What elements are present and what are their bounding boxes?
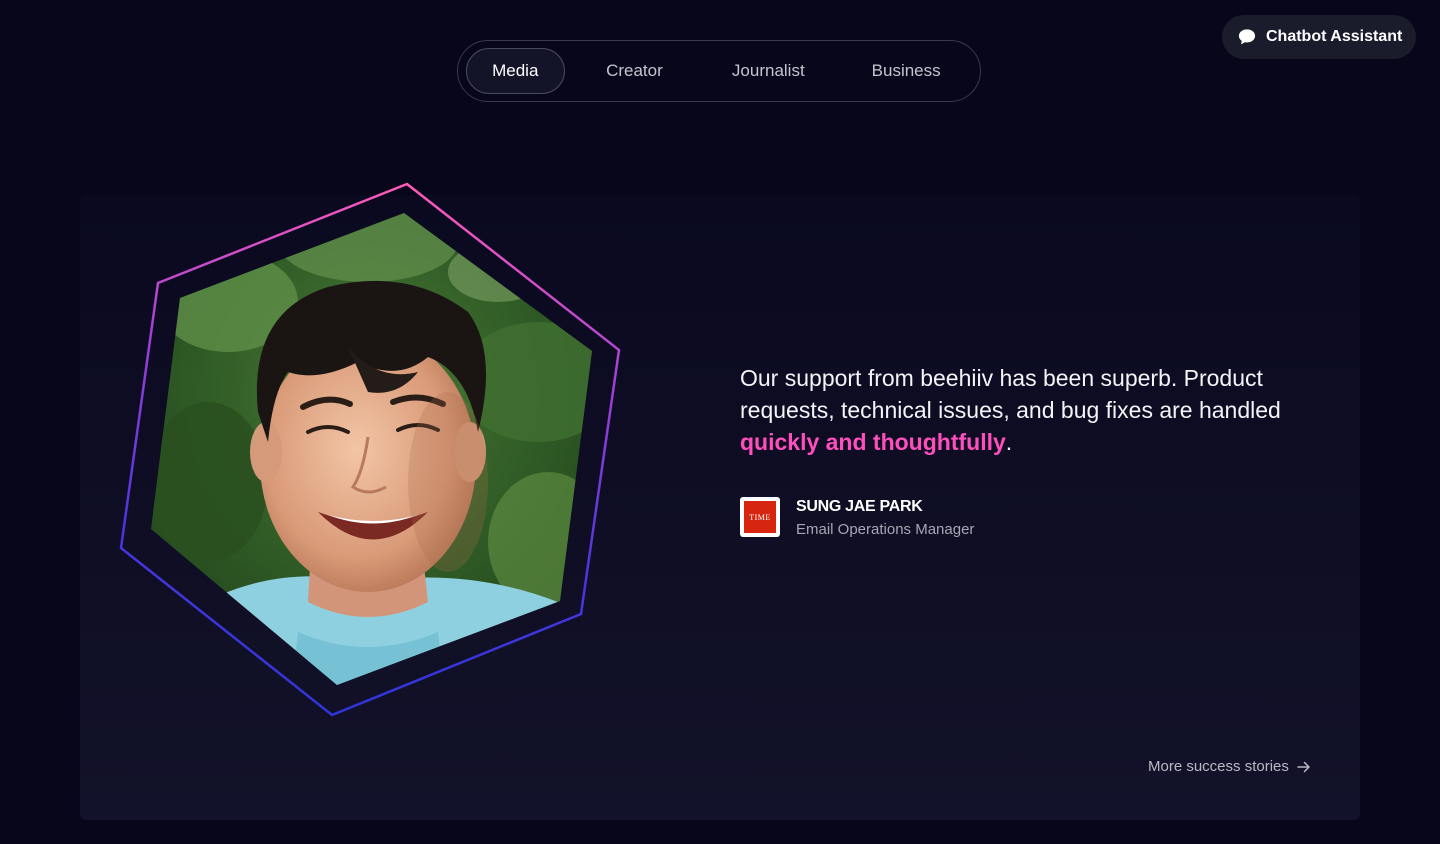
tab-creator[interactable]: Creator xyxy=(565,48,705,94)
tab-business[interactable]: Business xyxy=(832,48,980,94)
chatbot-assistant-button[interactable]: Chatbot Assistant xyxy=(1222,15,1416,59)
author-photo xyxy=(151,213,592,685)
category-tabs: Media Creator Journalist Business xyxy=(457,40,981,102)
author-block: TIME SUNG JAE PARK Email Operations Mana… xyxy=(740,497,974,539)
author-name: SUNG JAE PARK xyxy=(796,498,923,515)
quote-text: Our support from beehiiv has been superb… xyxy=(740,365,1281,423)
quote-highlight: quickly and thoughtfully xyxy=(740,429,1006,455)
company-logo-mark: TIME xyxy=(744,501,776,533)
company-logo: TIME xyxy=(740,497,780,537)
tab-journalist[interactable]: Journalist xyxy=(704,48,832,94)
testimonial-quote: Our support from beehiiv has been superb… xyxy=(740,362,1340,458)
more-success-stories-link[interactable]: More success stories xyxy=(1148,758,1311,775)
author-role: Email Operations Manager xyxy=(796,521,975,538)
arrow-right-icon xyxy=(1297,761,1310,772)
testimonial-photo-frame xyxy=(118,182,622,718)
tab-media[interactable]: Media xyxy=(466,48,565,94)
more-link-label: More success stories xyxy=(1148,758,1289,775)
chatbot-label: Chatbot Assistant xyxy=(1266,28,1403,45)
chat-bubble-icon xyxy=(1238,29,1256,45)
quote-end: . xyxy=(1005,429,1013,455)
page: Media Creator Journalist Business Chatbo… xyxy=(0,0,1440,844)
